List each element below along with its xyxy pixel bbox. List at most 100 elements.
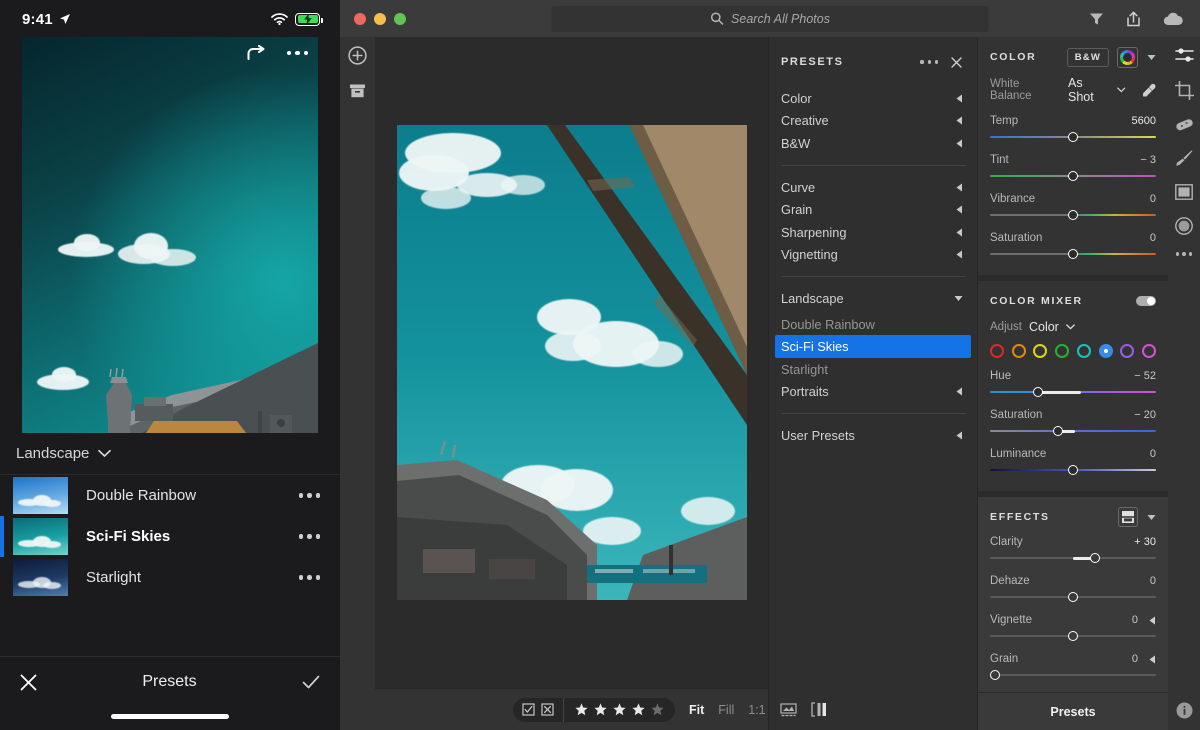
slider-hue[interactable]: Hue− 52 (990, 370, 1156, 397)
share-icon[interactable] (1126, 11, 1141, 27)
crop-icon[interactable] (1175, 81, 1194, 100)
swatch-aqua[interactable] (1077, 344, 1091, 358)
slider-vignette[interactable]: Vignette 0 (990, 614, 1156, 641)
star-icon[interactable] (594, 703, 607, 716)
more-options-icon[interactable] (299, 493, 321, 498)
effects-preset-icon[interactable] (1118, 507, 1138, 527)
zoom-1to1-button[interactable]: 1:1 (748, 703, 765, 717)
more-options-icon[interactable] (1176, 252, 1193, 256)
swatch-blue[interactable] (1099, 344, 1113, 358)
preset-group-bw[interactable]: B&W (769, 132, 977, 155)
crop-overlay-icon[interactable] (780, 702, 797, 717)
more-options-icon[interactable] (287, 51, 309, 56)
before-after-icon[interactable] (811, 702, 827, 717)
caret-down-icon[interactable] (1147, 514, 1156, 521)
preset-name: Double Rainbow (781, 317, 875, 332)
more-options-icon[interactable] (920, 60, 938, 63)
linear-gradient-icon[interactable] (1175, 184, 1193, 200)
plus-circle-icon[interactable] (348, 46, 367, 65)
sliders-icon[interactable] (1175, 47, 1194, 64)
list-item[interactable]: Sci-Fi Skies (0, 516, 340, 557)
preset-group-color[interactable]: Color (769, 87, 977, 110)
flag-pick-icon[interactable] (522, 703, 535, 716)
rating-toolbar (513, 698, 675, 722)
star-icon[interactable] (651, 703, 664, 716)
list-item[interactable]: Starlight (0, 557, 340, 598)
more-options-icon[interactable] (299, 575, 321, 580)
color-mixer-toggle[interactable] (1136, 296, 1156, 306)
info-icon[interactable] (1176, 702, 1193, 719)
zoom-fill-button[interactable]: Fill (718, 703, 734, 717)
mobile-preset-group-header[interactable]: Landscape (0, 433, 340, 475)
list-item[interactable]: Double Rainbow (0, 475, 340, 516)
slider-vibrance[interactable]: Vibrance0 (990, 193, 1156, 220)
preset-item-starlight[interactable]: Starlight (769, 358, 977, 381)
star-rating[interactable] (564, 703, 675, 716)
caret-left-icon (956, 431, 963, 440)
preset-group-grain[interactable]: Grain (769, 198, 977, 221)
zoom-fit-button[interactable]: Fit (689, 703, 704, 717)
caret-down-icon[interactable] (1147, 54, 1156, 61)
swatch-red[interactable] (990, 344, 1004, 358)
status-bar-right (271, 13, 320, 26)
close-icon[interactable] (20, 674, 37, 691)
healing-brush-icon[interactable] (1175, 117, 1194, 132)
swatch-yellow[interactable] (1033, 344, 1047, 358)
desktop-photo-preview[interactable] (397, 125, 747, 600)
slider-saturation[interactable]: Saturation0 (990, 232, 1156, 259)
slider-dehaze[interactable]: Dehaze0 (990, 575, 1156, 602)
star-icon[interactable] (575, 703, 588, 716)
chevron-down-icon (98, 449, 111, 458)
location-arrow-icon (59, 13, 71, 25)
window-controls[interactable] (340, 13, 406, 25)
close-window-button[interactable] (354, 13, 366, 25)
slider-grain[interactable]: Grain 0 (990, 653, 1156, 680)
flag-reject-icon[interactable] (541, 703, 554, 716)
bw-button[interactable]: B&W (1067, 48, 1109, 67)
caret-left-icon[interactable] (1149, 655, 1156, 664)
preset-item-double-rainbow[interactable]: Double Rainbow (769, 313, 977, 336)
preset-group-vignetting[interactable]: Vignetting (769, 244, 977, 267)
mobile-bottom-title: Presets (142, 673, 196, 691)
redo-icon[interactable] (245, 45, 267, 61)
star-icon[interactable] (632, 703, 645, 716)
preset-group-sharpening[interactable]: Sharpening (769, 221, 977, 244)
cloud-icon[interactable] (1163, 12, 1183, 26)
preset-group-creative[interactable]: Creative (769, 110, 977, 133)
preset-group-portraits[interactable]: Portraits (769, 381, 977, 404)
slider-mixer-saturation[interactable]: Saturation− 20 (990, 409, 1156, 436)
star-icon[interactable] (613, 703, 626, 716)
swatch-orange[interactable] (1012, 344, 1026, 358)
more-options-icon[interactable] (299, 534, 321, 539)
brush-icon[interactable] (1175, 149, 1193, 167)
titlebar-actions (1089, 11, 1200, 27)
filter-icon[interactable] (1089, 12, 1104, 26)
preset-group-curve[interactable]: Curve (769, 176, 977, 199)
preset-group-landscape[interactable]: Landscape (769, 287, 977, 310)
swatch-purple[interactable] (1120, 344, 1134, 358)
maximize-window-button[interactable] (394, 13, 406, 25)
slider-clarity[interactable]: Clarity+ 30 (990, 536, 1156, 563)
archive-box-icon[interactable] (349, 83, 366, 99)
adjust-label: Adjust (990, 321, 1022, 333)
presets-button[interactable]: Presets (978, 692, 1168, 730)
slider-tint[interactable]: Tint− 3 (990, 154, 1156, 181)
adjust-row[interactable]: Adjust Color (990, 320, 1156, 334)
radial-gradient-icon[interactable] (1175, 217, 1193, 235)
slider-temp[interactable]: Temp5600 (990, 115, 1156, 142)
search-input[interactable]: Search All Photos (552, 6, 989, 32)
swatch-green[interactable] (1055, 344, 1069, 358)
caret-left-icon[interactable] (1149, 616, 1156, 625)
swatch-magenta[interactable] (1142, 344, 1156, 358)
white-balance-row[interactable]: White Balance As Shot (990, 76, 1156, 104)
preset-item-sci-fi-skies[interactable]: Sci-Fi Skies (775, 335, 971, 358)
close-icon[interactable] (951, 57, 962, 68)
slider-luminance[interactable]: Luminance0 (990, 448, 1156, 475)
minimize-window-button[interactable] (374, 13, 386, 25)
group-label: Vignetting (781, 247, 838, 262)
eyedropper-icon[interactable] (1142, 83, 1156, 98)
mobile-photo-preview[interactable] (22, 37, 318, 433)
checkmark-icon[interactable] (302, 675, 320, 690)
preset-group-user-presets[interactable]: User Presets (769, 424, 977, 447)
color-wheel-icon[interactable] (1117, 47, 1138, 68)
